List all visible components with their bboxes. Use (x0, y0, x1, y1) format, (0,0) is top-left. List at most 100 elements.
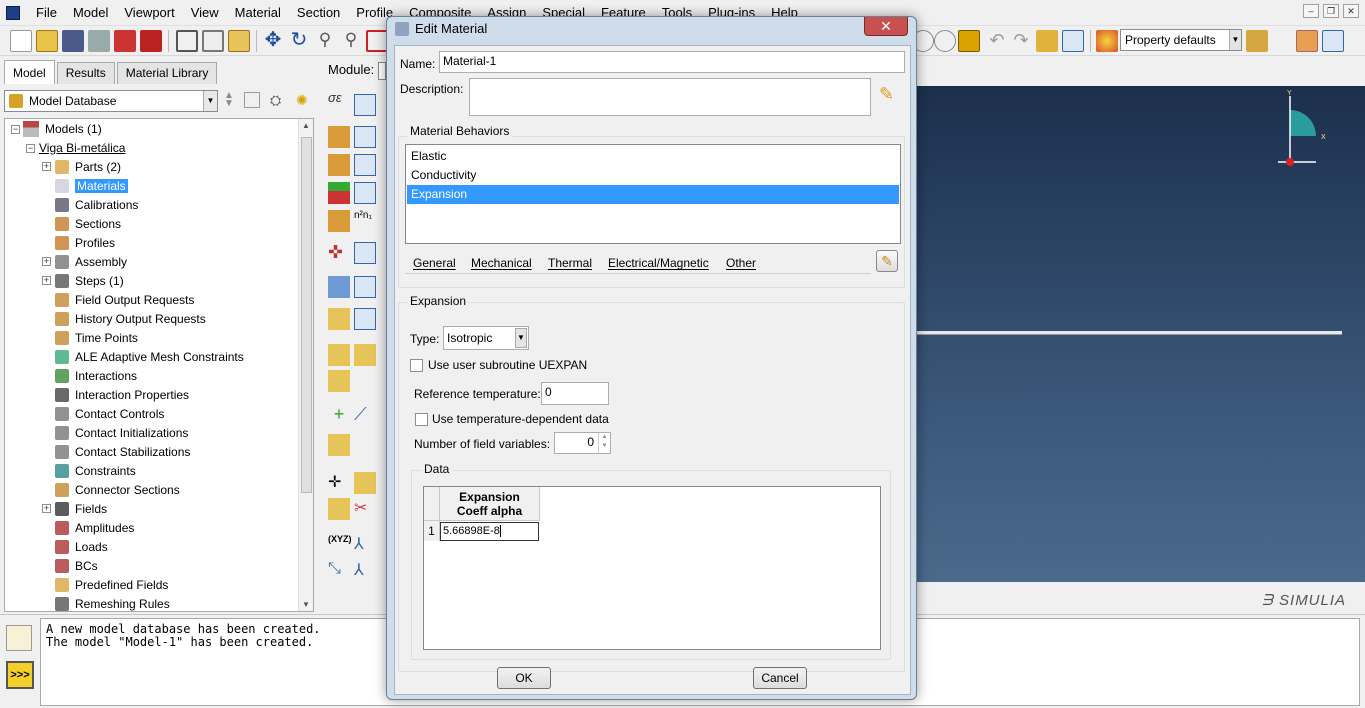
new-file-icon[interactable] (10, 30, 32, 52)
manager-icon[interactable] (1062, 30, 1084, 52)
datum-icon[interactable] (1296, 30, 1318, 52)
tab-results[interactable]: Results (56, 62, 115, 84)
collapse-icon[interactable]: − (26, 144, 35, 153)
create-profile-icon[interactable] (328, 154, 350, 176)
cut-icon[interactable] (328, 498, 350, 520)
behavior-conductivity[interactable]: Conductivity (407, 166, 899, 185)
column-expansion-coeff[interactable]: Expansion Coeff alpha (440, 487, 540, 521)
hidden-line-icon[interactable] (202, 30, 224, 52)
behavior-elastic[interactable]: Elastic (407, 147, 899, 166)
close-window-icon[interactable]: ✕ (1343, 4, 1359, 18)
print-icon[interactable] (88, 30, 110, 52)
restore-icon[interactable]: ❐ (1323, 4, 1339, 18)
expand-icon[interactable]: + (42, 504, 51, 513)
tree-item[interactable]: Connector Sections (55, 480, 180, 499)
tree-item[interactable]: History Output Requests (55, 309, 206, 328)
tree-item[interactable]: Steps (1) (55, 271, 124, 290)
menu-viewport[interactable]: Viewport (116, 5, 182, 20)
menu-model[interactable]: Model (65, 5, 116, 20)
pan-icon[interactable]: ✥ (262, 30, 284, 52)
job-icon[interactable] (114, 30, 136, 52)
transform-icon[interactable]: ⅄ (354, 560, 376, 582)
scissors-icon[interactable]: ✂ (354, 498, 376, 520)
cancel-button[interactable]: Cancel (753, 667, 807, 689)
chevron-down-icon[interactable]: ▼ (515, 328, 527, 348)
menu-section[interactable]: Section (289, 5, 348, 20)
section-manager-icon[interactable] (354, 126, 376, 148)
chevron-down-icon[interactable]: ▼ (1229, 30, 1241, 50)
tree-item[interactable]: BCs (55, 556, 98, 575)
edit-behavior-icon[interactable]: ✎ (876, 250, 898, 272)
scroll-thumb[interactable] (301, 137, 312, 493)
minimize-icon[interactable]: – (1303, 4, 1319, 18)
tree-models-root[interactable]: Models (1) (23, 119, 102, 138)
tree-item[interactable]: Contact Initializations (55, 423, 188, 442)
shaded-icon[interactable] (228, 30, 250, 52)
tree-item[interactable]: Contact Controls (55, 404, 164, 423)
tree-item[interactable]: Assembly (55, 252, 127, 271)
scroll-up-icon[interactable]: ▲ (302, 121, 310, 130)
render-style-icon[interactable] (1246, 30, 1268, 52)
pencil-icon[interactable]: ✎ (879, 84, 901, 106)
close-icon[interactable]: ✕ (864, 17, 908, 36)
tree-item[interactable]: Parts (2) (55, 157, 121, 176)
datum-csys-icon[interactable]: (XYZ) (328, 534, 352, 556)
wireframe-box-icon[interactable] (176, 30, 198, 52)
scroll-down-icon[interactable]: ▼ (302, 600, 310, 609)
menu-electrical-magnetic[interactable]: Electrical/Magnetic (608, 256, 709, 270)
tree-item[interactable]: Amplitudes (55, 518, 134, 537)
tree-item[interactable]: Field Output Requests (55, 290, 194, 309)
skin-manager-icon[interactable] (354, 242, 376, 264)
tab-material-library[interactable]: Material Library (116, 62, 218, 84)
rotate-icon[interactable]: ↻ (288, 30, 310, 52)
tree-item[interactable]: Interaction Properties (55, 385, 189, 404)
datum-grid-icon[interactable] (328, 434, 350, 456)
tree-scrollbar[interactable]: ▲ ▼ (298, 119, 313, 611)
composite-manager-icon[interactable] (354, 276, 376, 298)
tree-model-viga[interactable]: Viga Bi-metálica (39, 138, 125, 157)
move-icon[interactable]: ⤡ (328, 560, 350, 582)
tools-icon[interactable] (1036, 30, 1058, 52)
tree-item[interactable]: Profiles (55, 233, 115, 252)
viewport-canvas[interactable]: Y X (912, 86, 1365, 612)
create-section-icon[interactable] (328, 126, 350, 148)
filter-icon[interactable]: ⛭ (270, 92, 286, 108)
datum-point-icon[interactable]: + (328, 404, 350, 426)
table-icon[interactable] (1322, 30, 1344, 52)
tree-item[interactable]: Fields (55, 499, 107, 518)
ok-button[interactable]: OK (497, 667, 551, 689)
auto-fit-icon[interactable] (366, 30, 388, 52)
composite-icon[interactable] (328, 276, 350, 298)
menu-view[interactable]: View (183, 5, 227, 20)
tree-item[interactable]: Predefined Fields (55, 575, 168, 594)
tree-item[interactable]: Constraints (55, 461, 136, 480)
create-material-icon[interactable]: σε (328, 90, 350, 112)
python-prompt-icon[interactable]: >>> (6, 661, 34, 689)
normal-icon[interactable]: n²n₁ (354, 210, 376, 232)
tree-item[interactable]: Materials (55, 176, 128, 195)
menu-mechanical[interactable]: Mechanical (471, 256, 532, 270)
tree-item[interactable]: Interactions (55, 366, 137, 385)
user-subroutine-checkbox[interactable] (410, 359, 423, 372)
spinner-arrows-icon[interactable]: ▲ ▼ (598, 433, 610, 453)
tree-item[interactable]: Calibrations (55, 195, 138, 214)
tree-item[interactable]: Time Points (55, 328, 138, 347)
dialog-titlebar[interactable]: Edit Material (395, 21, 487, 36)
save-icon[interactable] (62, 30, 84, 52)
datum-axis-icon[interactable]: ⟋ (354, 404, 376, 426)
color-palette-icon[interactable] (1096, 30, 1118, 52)
ref-temp-field[interactable]: 0 (541, 382, 609, 405)
property-defaults-combo[interactable]: Property defaults ▼ (1120, 29, 1242, 51)
parallel-icon[interactable] (934, 30, 956, 52)
tree-item[interactable]: Contact Stabilizations (55, 442, 190, 461)
collapse-icon[interactable]: − (11, 125, 20, 134)
menu-thermal[interactable]: Thermal (548, 256, 592, 270)
special-icon[interactable] (328, 308, 350, 330)
material-manager-icon[interactable] (354, 94, 376, 116)
expand-icon[interactable]: + (42, 257, 51, 266)
axes-icon[interactable]: ⅄ (354, 534, 376, 556)
assign-orientation-icon[interactable] (328, 210, 350, 232)
undo-icon[interactable]: ↶ (986, 30, 1008, 52)
partition-icon[interactable] (354, 472, 376, 494)
open-folder-icon[interactable] (36, 30, 58, 52)
